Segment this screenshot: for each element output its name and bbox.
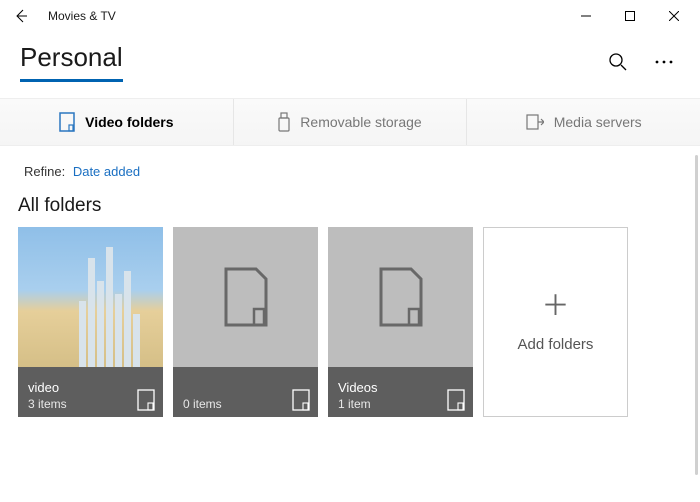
title-bar: Movies & TV: [0, 0, 700, 32]
folder-tile[interactable]: 0 items: [173, 227, 318, 417]
plus-icon: ＋: [541, 292, 569, 320]
search-button[interactable]: [602, 46, 634, 78]
app-title: Movies & TV: [38, 9, 116, 23]
tab-label: Media servers: [554, 114, 642, 130]
page-header: Personal: [0, 32, 700, 82]
tab-media-servers[interactable]: Media servers: [467, 99, 700, 145]
page-title: Personal: [20, 42, 123, 82]
folder-tile[interactable]: Videos 1 item: [328, 227, 473, 417]
folder-tile[interactable]: video 3 items: [18, 227, 163, 417]
folder-count: 3 items: [28, 397, 67, 411]
close-icon: [669, 11, 679, 21]
more-button[interactable]: [648, 46, 680, 78]
refine-dropdown[interactable]: Date added: [73, 164, 140, 179]
folder-tiles: video 3 items 0 items Vid: [0, 227, 700, 417]
folder-glyph-icon: [447, 389, 465, 411]
folder-thumbnail: [173, 227, 318, 367]
usb-icon: [278, 112, 290, 132]
refine-row: Refine: Date added: [0, 146, 700, 179]
add-folders-label: Add folders: [518, 336, 594, 353]
minimize-icon: [581, 11, 591, 21]
folder-footer: video 3 items: [18, 367, 163, 417]
folder-thumbnail: [18, 227, 163, 367]
header-actions: [602, 46, 680, 78]
back-button[interactable]: [4, 0, 38, 32]
folder-name: Videos: [338, 380, 378, 395]
tab-label: Removable storage: [300, 114, 421, 130]
arrow-left-icon: [13, 8, 29, 24]
folder-footer: Videos 1 item: [328, 367, 473, 417]
folder-glyph-icon: [292, 389, 310, 411]
add-folders-tile[interactable]: ＋ Add folders: [483, 227, 628, 417]
minimize-button[interactable]: [564, 0, 608, 32]
tab-bar: Video folders Removable storage Media se…: [0, 98, 700, 146]
close-button[interactable]: [652, 0, 696, 32]
window-controls: [564, 0, 696, 32]
server-icon: [526, 113, 544, 131]
folder-icon: [59, 112, 75, 132]
scrollbar[interactable]: [695, 155, 698, 475]
folder-thumbnail: [328, 227, 473, 367]
folder-count: 0 items: [183, 397, 222, 411]
refine-label: Refine:: [24, 164, 65, 179]
maximize-icon: [625, 11, 635, 21]
tab-removable-storage[interactable]: Removable storage: [234, 99, 468, 145]
search-icon: [608, 52, 628, 72]
maximize-button[interactable]: [608, 0, 652, 32]
folder-count: 1 item: [338, 397, 378, 411]
tab-video-folders[interactable]: Video folders: [0, 99, 234, 145]
document-icon: [222, 267, 270, 327]
section-title: All folders: [0, 179, 700, 227]
document-icon: [377, 267, 425, 327]
ellipsis-icon: [655, 60, 673, 64]
folder-footer: 0 items: [173, 367, 318, 417]
folder-name: video: [28, 380, 67, 395]
tab-label: Video folders: [85, 114, 173, 130]
folder-glyph-icon: [137, 389, 155, 411]
